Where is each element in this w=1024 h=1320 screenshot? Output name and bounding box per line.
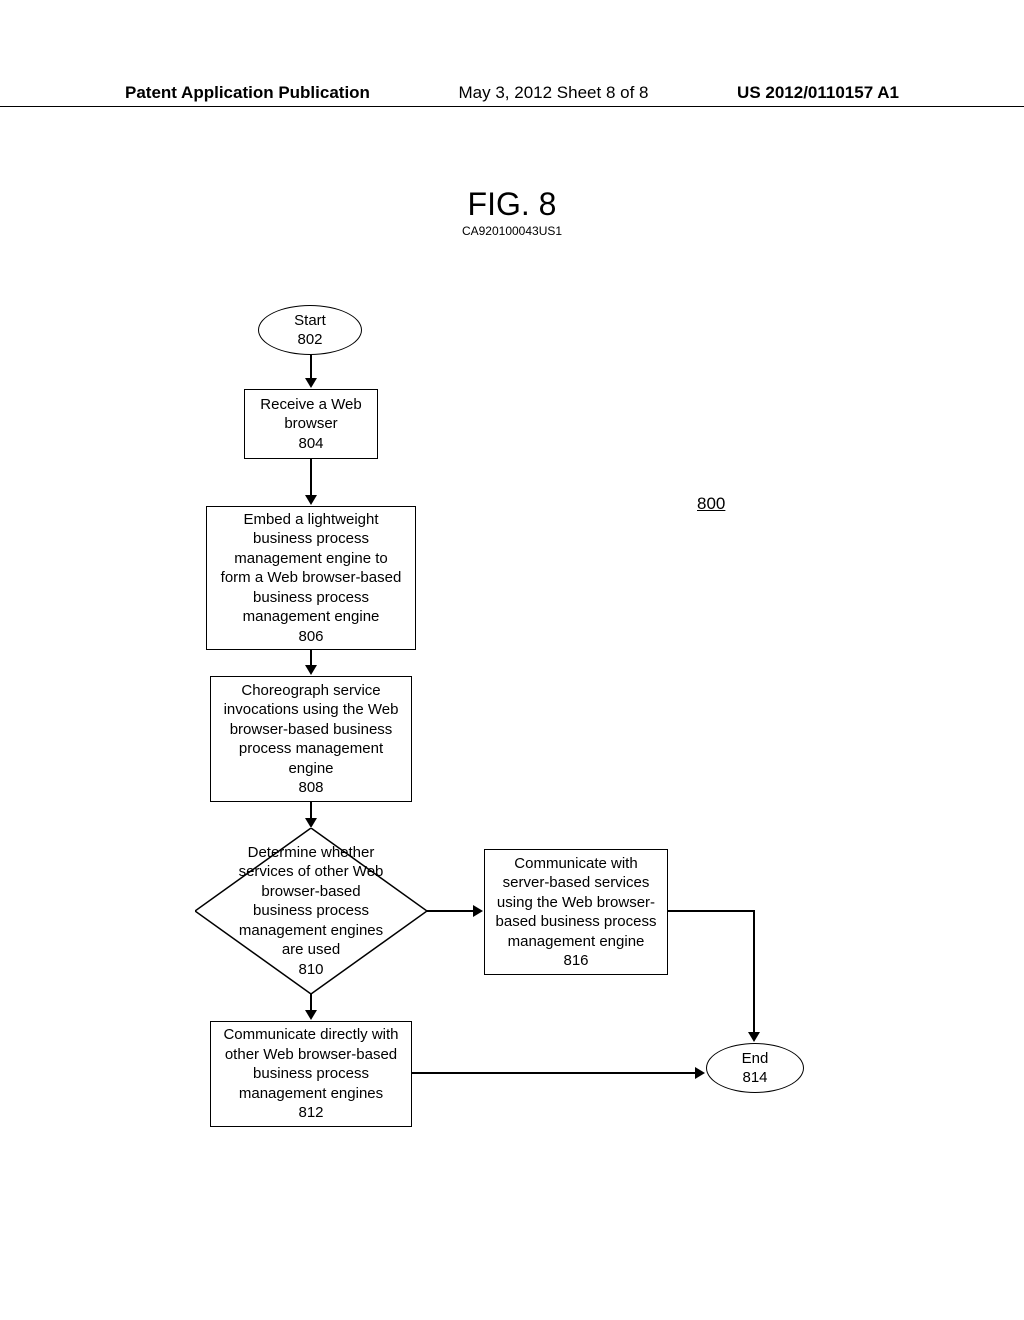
start-ref: 802 — [297, 330, 322, 350]
figure-subtitle: CA920100043US1 — [0, 224, 1024, 238]
communicate-server-node: Communicate with server-based services u… — [484, 849, 668, 975]
header-divider — [0, 106, 1024, 107]
end-ref: 814 — [742, 1068, 767, 1088]
choreograph-node: Choreograph service invocations using th… — [210, 676, 412, 802]
arrowhead-determine-direct — [305, 1010, 317, 1020]
end-node: End 814 — [706, 1043, 804, 1093]
header-left: Patent Application Publication — [125, 83, 370, 103]
arrowhead-determine-server — [473, 905, 483, 917]
arrowhead-server-end — [748, 1032, 760, 1042]
communicate-direct-node: Communicate directly with other Web brow… — [210, 1021, 412, 1127]
figure-title: FIG. 8 — [0, 186, 1024, 223]
arrowhead-start-receive — [305, 378, 317, 388]
diagram-ref-label: 800 — [697, 494, 725, 514]
arrow-receive-embed — [310, 459, 312, 497]
arrowhead-embed-choreo — [305, 665, 317, 675]
arrow-direct-end — [412, 1072, 697, 1074]
determine-node: Determine whether services of other Web … — [195, 828, 427, 994]
end-label: End — [742, 1049, 769, 1069]
arrow-determine-server — [427, 910, 475, 912]
determine-text: Determine whether services of other Web … — [195, 828, 427, 994]
arrow-server-end-h — [668, 910, 755, 912]
page-header: Patent Application Publication May 3, 20… — [0, 83, 1024, 103]
header-center: May 3, 2012 Sheet 8 of 8 — [459, 83, 649, 103]
start-label: Start — [294, 311, 326, 331]
embed-node: Embed a lightweight business process man… — [206, 506, 416, 650]
arrowhead-receive-embed — [305, 495, 317, 505]
arrow-start-receive — [310, 355, 312, 380]
header-right: US 2012/0110157 A1 — [737, 83, 899, 103]
start-node: Start 802 — [258, 305, 362, 355]
arrowhead-choreo-determine — [305, 818, 317, 828]
arrowhead-direct-end — [695, 1067, 705, 1079]
receive-node: Receive a Web browser 804 — [244, 389, 378, 459]
arrow-server-end-v — [753, 910, 755, 1034]
